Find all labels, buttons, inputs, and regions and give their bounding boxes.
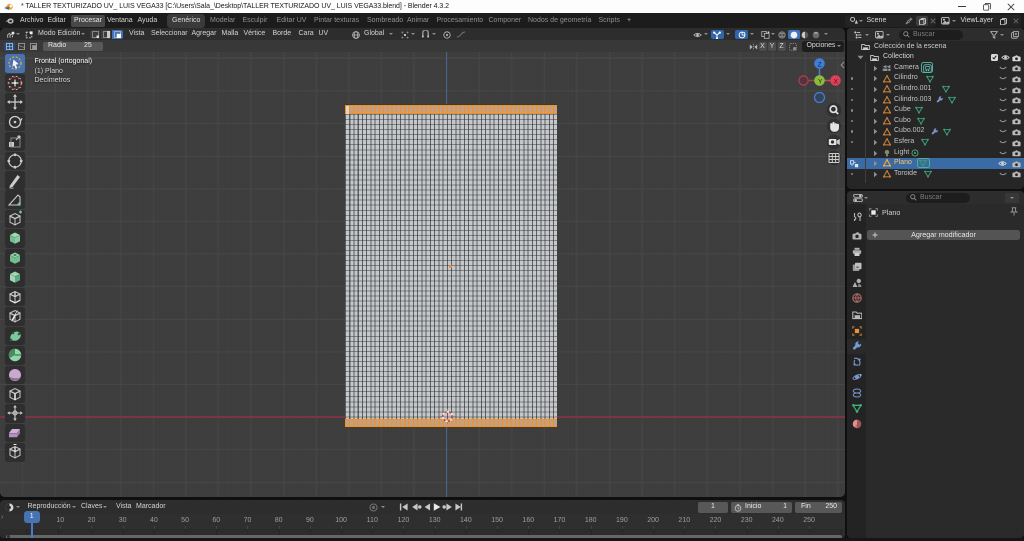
svg-text:X: X: [834, 78, 839, 85]
svg-text:Z: Z: [818, 61, 822, 68]
svg-text:Y: Y: [818, 78, 823, 85]
